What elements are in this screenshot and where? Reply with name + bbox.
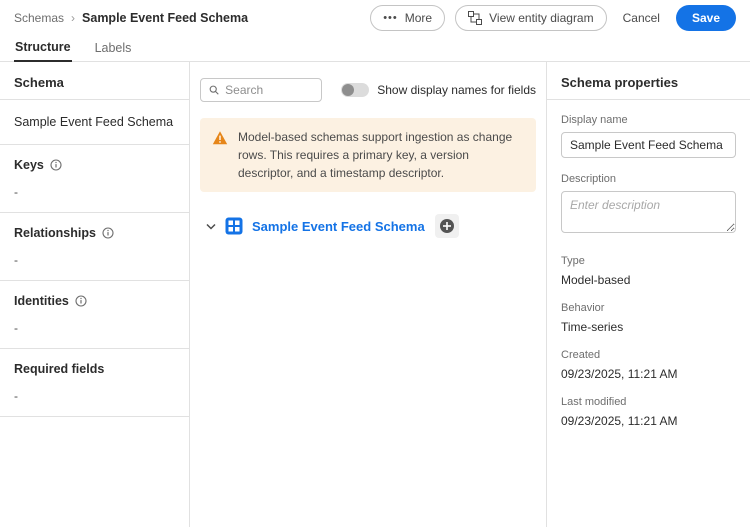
info-icon[interactable] [75, 295, 87, 307]
breadcrumb-separator-icon: › [71, 11, 75, 25]
schema-properties-panel: Schema properties Display name Descripti… [547, 62, 750, 527]
tab-labels[interactable]: Labels [94, 39, 133, 61]
section-label-identities: Identities [14, 294, 69, 308]
tab-bar: Structure Labels [0, 36, 750, 62]
section-value-identities: - [14, 321, 175, 335]
warning-icon [212, 130, 228, 146]
section-value-relationships: - [14, 253, 175, 267]
tab-labels-label: Labels [95, 41, 132, 55]
created-field: Created 09/23/2025, 11:21 AM [561, 349, 736, 381]
section-label-relationships: Relationships [14, 226, 96, 240]
content-area: Schema Sample Event Feed Schema Keys - R… [0, 62, 750, 527]
sidebar-section-relationships: Relationships - [0, 213, 189, 281]
schema-root-name[interactable]: Sample Event Feed Schema [252, 219, 425, 234]
breadcrumb: Schemas › Sample Event Feed Schema [14, 11, 248, 25]
warning-text: Model-based schemas support ingestion as… [238, 128, 524, 182]
type-label: Type [561, 255, 736, 267]
last-modified-value: 09/23/2025, 11:21 AM [561, 414, 736, 428]
created-value: 09/23/2025, 11:21 AM [561, 367, 736, 381]
search-input[interactable] [225, 83, 313, 97]
more-button[interactable]: ••• More [370, 5, 445, 31]
schema-editor-app: Schemas › Sample Event Feed Schema ••• M… [0, 0, 750, 527]
sidebar-item-schema-name[interactable]: Sample Event Feed Schema [0, 100, 189, 145]
sidebar-section-keys: Keys - [0, 145, 189, 213]
more-icon: ••• [383, 13, 398, 24]
last-modified-field: Last modified 09/23/2025, 11:21 AM [561, 396, 736, 428]
sidebar-section-identities: Identities - [0, 281, 189, 349]
info-icon[interactable] [102, 227, 114, 239]
info-icon[interactable] [50, 159, 62, 171]
section-head-required-fields: Required fields [14, 362, 175, 376]
type-field: Type Model-based [561, 255, 736, 287]
sidebar-section-required-fields: Required fields - [0, 349, 189, 417]
view-entity-diagram-label: View entity diagram [489, 11, 594, 25]
structure-canvas: Show display names for fields Model-base… [190, 62, 547, 527]
schema-tree-root-row: Sample Event Feed Schema [200, 214, 536, 238]
section-head-identities: Identities [14, 294, 175, 308]
description-label: Description [561, 173, 736, 185]
top-header: Schemas › Sample Event Feed Schema ••• M… [0, 0, 750, 36]
behavior-field: Behavior Time-series [561, 302, 736, 334]
type-value: Model-based [561, 273, 736, 287]
description-textarea[interactable] [561, 191, 736, 233]
save-button[interactable]: Save [676, 5, 736, 31]
plus-circle-icon [439, 218, 455, 234]
properties-title: Schema properties [547, 62, 750, 100]
section-head-relationships: Relationships [14, 226, 175, 240]
display-name-input[interactable] [561, 132, 736, 158]
section-value-keys: - [14, 185, 175, 199]
add-field-button[interactable] [435, 214, 459, 238]
sidebar-title: Schema [0, 62, 189, 100]
last-modified-label: Last modified [561, 396, 736, 408]
tab-structure-label: Structure [15, 40, 71, 54]
section-label-required-fields: Required fields [14, 362, 104, 376]
show-display-names-toggle[interactable] [341, 83, 369, 97]
header-actions: ••• More View entity diagram Cancel Save [370, 5, 736, 31]
chevron-down-icon[interactable] [206, 223, 216, 230]
toggle-label: Show display names for fields [377, 83, 536, 97]
created-label: Created [561, 349, 736, 361]
cancel-button[interactable]: Cancel [617, 5, 666, 31]
view-entity-diagram-button[interactable]: View entity diagram [455, 5, 607, 31]
warning-banner: Model-based schemas support ingestion as… [200, 118, 536, 192]
breadcrumb-current: Sample Event Feed Schema [82, 11, 248, 25]
section-value-required-fields: - [14, 389, 175, 403]
display-name-label: Display name [561, 114, 736, 126]
display-names-toggle-group: Show display names for fields [341, 83, 536, 97]
breadcrumb-schemas-link[interactable]: Schemas [14, 11, 64, 25]
more-button-label: More [405, 11, 432, 25]
tab-structure[interactable]: Structure [14, 38, 72, 62]
schema-sidebar: Schema Sample Event Feed Schema Keys - R… [0, 62, 190, 527]
entity-diagram-icon [468, 11, 482, 25]
section-head-keys: Keys [14, 158, 175, 172]
behavior-value: Time-series [561, 320, 736, 334]
search-icon [209, 84, 219, 96]
toggle-knob [342, 84, 354, 96]
canvas-toolbar: Show display names for fields [200, 78, 536, 102]
behavior-label: Behavior [561, 302, 736, 314]
search-box[interactable] [200, 78, 322, 102]
section-label-keys: Keys [14, 158, 44, 172]
schema-object-icon [225, 217, 243, 235]
properties-body: Display name Description Type Model-base… [547, 100, 750, 442]
